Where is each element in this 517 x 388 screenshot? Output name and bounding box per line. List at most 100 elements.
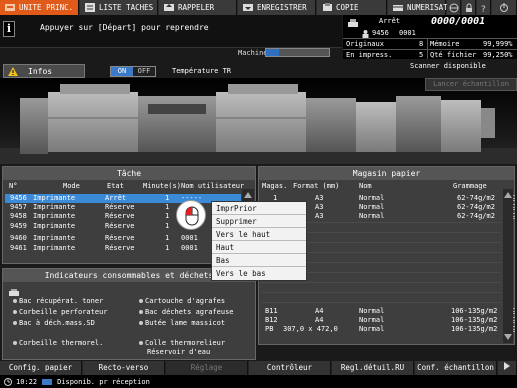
- col-header-n: N°: [9, 182, 18, 190]
- controleur-button[interactable]: Contrôleur: [249, 361, 331, 375]
- tray-row[interactable]: PB 307,0 x 472,0 Normal 106-135g/m2: [261, 325, 501, 333]
- power-icon[interactable]: [492, 0, 517, 15]
- scroll-up-icon: [244, 192, 252, 198]
- magasin-title: Magasin papier: [259, 167, 514, 180]
- row-divider: [261, 292, 501, 293]
- globe-icon[interactable]: [447, 0, 461, 15]
- printer-icon: [9, 289, 19, 296]
- qte-fichier-label: Qté fichier: [430, 51, 477, 59]
- menu-item-bas[interactable]: Bas: [212, 254, 306, 267]
- temperature-label: Température TR: [172, 67, 232, 75]
- status-dot-icon: [139, 310, 143, 314]
- en-impress-value: 5: [419, 51, 424, 59]
- copy-icon: [321, 3, 333, 12]
- temperature-toggle[interactable]: ON OFF: [110, 66, 156, 77]
- status-dot-icon: [13, 310, 17, 314]
- consumables-panel: Indicateurs consommables et déchets Bac …: [2, 268, 256, 360]
- top-tab-bar: UNITE PRINC. LISTE TACHES RAPPELER ENREG…: [0, 0, 517, 15]
- tab-copie[interactable]: COPIE: [317, 0, 387, 15]
- context-menu: ImprPrior Supprimer Vers le haut Haut Ba…: [211, 201, 307, 281]
- col-header-magas: Magas.: [262, 182, 288, 190]
- col-header-mode: Mode: [63, 182, 80, 190]
- list-icon: [84, 3, 96, 12]
- config-papier-button[interactable]: Config. papier: [0, 361, 82, 375]
- machine-label: Machine: [238, 49, 268, 57]
- status-job-no: 0001: [399, 29, 416, 37]
- status-divider: [343, 38, 517, 39]
- machine-progress-bar: [265, 48, 330, 57]
- consumable-item: Réservoir d'eau: [147, 348, 211, 356]
- consumable-item: Butée lame massicot: [139, 319, 225, 327]
- footer-time: 10:22: [16, 377, 38, 386]
- status-footer: 10:22 Disponib. pr réception: [0, 375, 517, 388]
- tray-row[interactable]: B11 A4 Normal 106-135g/m2: [261, 307, 501, 315]
- qte-fichier-value: 99,250%: [483, 51, 513, 59]
- next-arrow-icon[interactable]: [498, 361, 517, 375]
- lock-icon[interactable]: [462, 0, 476, 15]
- col-header-nom: Nom: [359, 182, 372, 190]
- scan-icon: [392, 3, 404, 12]
- lancer-echantillon-button[interactable]: Lancer échantillon: [425, 78, 517, 91]
- network-icon: [42, 378, 53, 385]
- tache-title: Tâche: [3, 167, 255, 180]
- tab-rappeler[interactable]: RAPPELER: [159, 0, 237, 15]
- menu-item-supprimer[interactable]: Supprimer: [212, 215, 306, 228]
- tray-row[interactable]: B12 A4 Normal 106-135g/m2: [261, 316, 501, 324]
- col-header-format: Format (mm): [293, 182, 340, 190]
- scroll-up-icon: [504, 192, 512, 198]
- printer-icon: [348, 19, 358, 27]
- clock-icon: [4, 377, 12, 386]
- status-dot-icon: [13, 321, 17, 325]
- tab-enregistrer[interactable]: ENREGISTRER: [238, 0, 316, 15]
- col-header-grammage: Grammage: [453, 182, 487, 190]
- conf-echantillon-button[interactable]: Conf. échantillon: [415, 361, 497, 375]
- home-icon: [4, 3, 16, 12]
- bottom-bar: Config. papier Recto-verso Réglage Contr…: [0, 361, 517, 375]
- reglage-button[interactable]: Réglage: [166, 361, 248, 375]
- regl-detuil-button[interactable]: Regl.détuil.RU: [332, 361, 414, 375]
- tab-unite-princ[interactable]: UNITE PRINC.: [0, 0, 79, 15]
- consumable-item: Bac déchets agrafeuse: [139, 308, 234, 316]
- en-impress-label: En impress.: [346, 51, 393, 59]
- recall-icon: [163, 3, 175, 12]
- memoire-label: Mémoire: [430, 40, 460, 48]
- info-icon: i: [3, 21, 15, 37]
- save-icon: [242, 3, 254, 12]
- table-row[interactable]: 9460 Imprimante Réserve 1 0001: [5, 234, 241, 243]
- menu-item-vers-le-haut[interactable]: Vers le haut: [212, 228, 306, 241]
- consumable-item: Bac récupérat. toner: [13, 297, 103, 305]
- row-divider: [261, 302, 501, 303]
- menu-item-haut[interactable]: Haut: [212, 241, 306, 254]
- col-header-minutes: Minute(s): [143, 182, 181, 190]
- tab-numerisation[interactable]: NUMERISATION: [388, 0, 461, 15]
- consumable-item: Cartouche d'agrafes: [139, 297, 225, 305]
- status-dot-icon: [13, 341, 17, 345]
- magasin-scrollbar[interactable]: [503, 189, 513, 343]
- tab-liste-taches[interactable]: LISTE TACHES: [80, 0, 158, 15]
- status-dot-icon: [139, 299, 143, 303]
- recto-verso-button[interactable]: Recto-verso: [83, 361, 165, 375]
- footer-status-text: Disponib. pr réception: [57, 377, 150, 386]
- status-dot-icon: [13, 299, 17, 303]
- table-row[interactable]: 9461 Imprimante Réserve 1 0001: [5, 244, 241, 253]
- toggle-on[interactable]: ON: [111, 67, 133, 76]
- scroll-down-icon: [504, 334, 512, 340]
- consumable-item: Corbeille perforateur: [13, 308, 108, 316]
- col-header-etat: Etat: [107, 182, 124, 190]
- svg-text:?: ?: [481, 5, 486, 13]
- consumable-item: Bac à déch.mass.SD: [13, 319, 95, 327]
- status-dot-icon: [139, 321, 143, 325]
- infos-button[interactable]: Infos: [3, 64, 85, 78]
- menu-item-imprprior[interactable]: ImprPrior: [212, 202, 306, 215]
- warning-icon: [8, 66, 18, 76]
- status-counter: 0000/0001: [431, 16, 486, 27]
- status-state: Arrêt: [379, 17, 401, 25]
- status-divider: [343, 49, 517, 50]
- help-icon[interactable]: ?: [477, 0, 491, 15]
- status-dot-icon: [139, 341, 143, 345]
- message-text: Appuyer sur [Départ] pour reprendre: [40, 23, 209, 32]
- toggle-off[interactable]: OFF: [133, 67, 155, 76]
- status-divider: [427, 38, 428, 59]
- machine-progress-fill: [266, 49, 279, 56]
- menu-item-vers-le-bas[interactable]: Vers le bas: [212, 267, 306, 280]
